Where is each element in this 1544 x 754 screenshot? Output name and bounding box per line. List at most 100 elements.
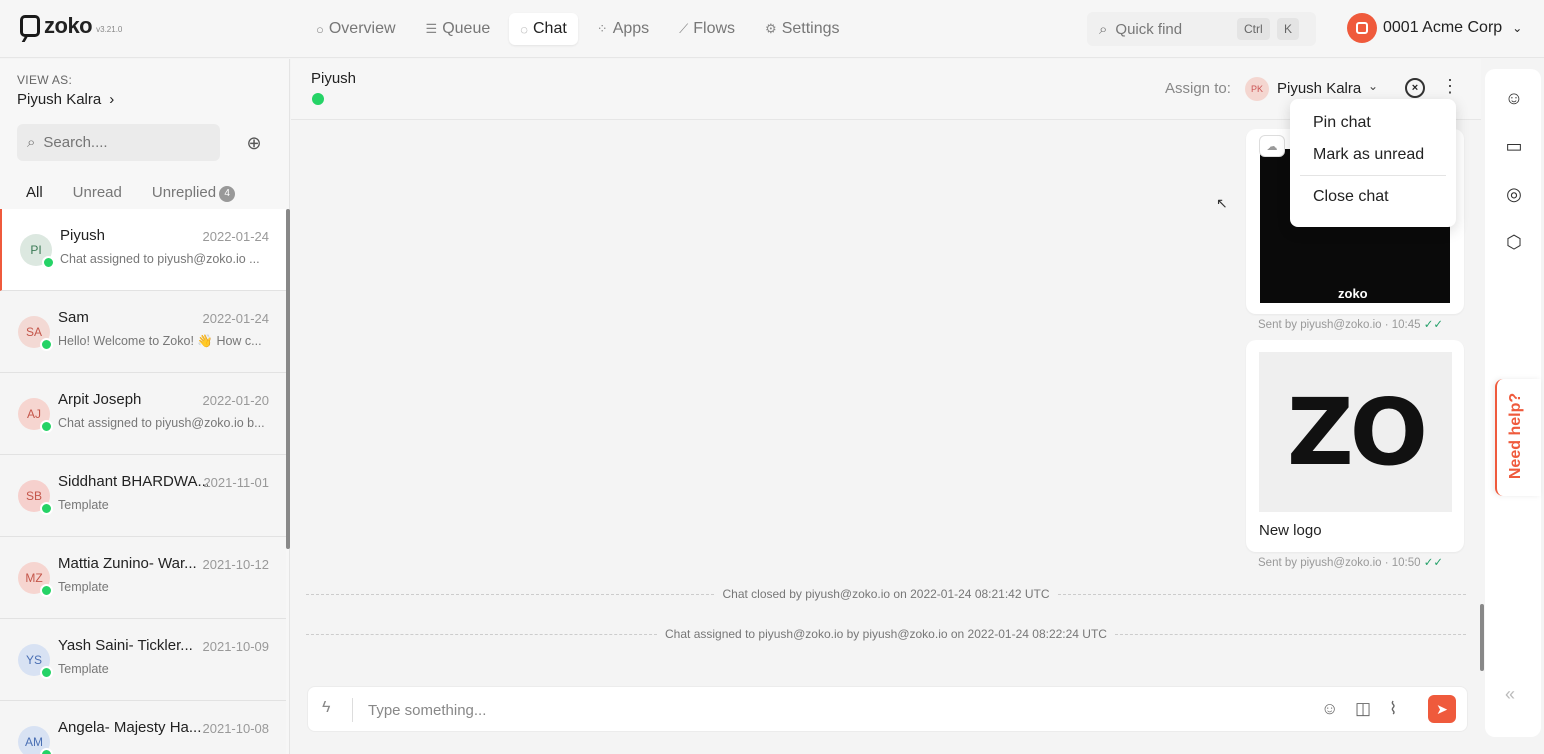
nav-overview[interactable]: ○ Overview [305, 13, 407, 45]
zoko-logo[interactable]: zoko v3.21.0 [20, 15, 122, 37]
collapse-panel-icon[interactable]: « [1505, 684, 1515, 705]
conversation-scrollbar[interactable] [1480, 604, 1484, 671]
settings-icon: ⚙ [765, 21, 777, 36]
nav-flows-label: Flows [693, 20, 736, 37]
message-image[interactable]: ZO [1259, 352, 1452, 512]
whatsapp-icon [40, 748, 53, 754]
double-tick-icon: ✓✓ [1423, 557, 1444, 569]
emoji-icon[interactable]: ☺ [1321, 699, 1338, 719]
chevron-down-icon[interactable]: ⌄ [1368, 79, 1378, 93]
chat-list-item[interactable]: PI Piyush 2022-01-24 Chat assigned to piyus… [0, 209, 286, 291]
org-switcher[interactable]: 0001 Acme Corp ⌄ [1347, 13, 1522, 43]
menu-pin-chat[interactable]: Pin chat [1290, 107, 1456, 139]
org-name: 0001 Acme Corp [1383, 19, 1503, 36]
chat-date: 2021-11-01 [203, 475, 269, 490]
tab-unreplied-label: Unreplied [151, 184, 217, 201]
system-message-text: Chat assigned to piyush@zoko.io by piyus… [665, 627, 1107, 641]
need-help-label: Need help? [1507, 392, 1525, 480]
download-icon[interactable]: ☁ [1259, 135, 1285, 157]
message-input[interactable] [368, 696, 1268, 724]
sticker-icon[interactable]: ◫ [1355, 699, 1371, 719]
chat-preview: Chat assigned to piyush@zoko.io ... [60, 252, 260, 266]
attachment-icon[interactable]: ⌇ [1389, 699, 1397, 719]
whatsapp-icon [40, 666, 53, 679]
new-chat-button[interactable]: ⊕ [236, 125, 272, 161]
nav-chat[interactable]: ◌ Chat [509, 13, 578, 45]
message-meta-text: Sent by piyush@zoko.io · 10:45 [1258, 319, 1421, 331]
system-message: Chat closed by piyush@zoko.io on 2022-01… [306, 586, 1467, 602]
avatar-initials: YS [25, 653, 42, 667]
image-logo-text: ZO [1287, 378, 1428, 486]
mouse-cursor-icon: ↖ [1216, 195, 1228, 211]
brand-name: zoko [44, 13, 93, 38]
chevron-down-icon: ⌄ [1512, 21, 1523, 35]
assignee-name[interactable]: Piyush Kalra [1277, 80, 1361, 97]
chat-list-item[interactable]: YS Yash Saini- Tickler... 2021-10-09 Templa… [0, 619, 286, 701]
whatsapp-icon [40, 420, 53, 433]
menu-mark-unread[interactable]: Mark as unread [1290, 139, 1456, 171]
whatsapp-icon [312, 93, 324, 105]
tab-unread[interactable]: Unread [64, 181, 131, 211]
chat-list-item[interactable]: SA Sam 2022-01-24 Hello! Welcome to Zoko! 👋… [0, 291, 286, 373]
search-icon: ⌕ [27, 134, 36, 151]
chat-list-scrollbar[interactable] [286, 209, 290, 549]
apps-icon: ⁘ [596, 21, 608, 36]
message-meta: Sent by piyush@zoko.io · 10:50 ✓✓ [1258, 555, 1443, 569]
chat-options-menu: Pin chat Mark as unread Close chat [1290, 99, 1456, 227]
message-composer: ϟ ☺ ◫ ⌇ ➤ [307, 686, 1468, 732]
nav-queue[interactable]: ☰ Queue [415, 13, 502, 45]
chat-search[interactable]: ⌕ [17, 124, 220, 161]
customer-profile-icon[interactable]: ☺ [1503, 87, 1525, 109]
main-nav: ○ Overview ☰ Queue ◌ Chat ⁘ Apps ⟋ Flows ⚙ Set… [305, 13, 851, 45]
contact-avatar: MZ [18, 562, 53, 597]
chat-date: 2021-10-12 [202, 557, 270, 572]
chat-preview: Hello! Welcome to Zoko! 👋 How c... [58, 334, 262, 348]
chat-date: 2022-01-24 [202, 229, 270, 244]
box-icon[interactable]: ⬡ [1503, 231, 1525, 253]
shopping-bag-icon[interactable]: ◎ [1503, 183, 1525, 205]
quick-find-button[interactable]: ⌕ Quick find Ctrl K [1087, 12, 1316, 46]
app-version: v3.21.0 [96, 25, 123, 34]
new-chat-icon: ⊕ [246, 132, 262, 153]
tab-unread-label: Unread [72, 184, 122, 201]
quick-find-label: Quick find [1115, 20, 1183, 38]
send-button[interactable]: ➤ [1428, 695, 1456, 723]
chat-date: 2022-01-24 [202, 311, 270, 326]
chat-list-item[interactable]: AM Angela- Majesty Ha... 2021-10-08 [0, 701, 286, 754]
chat-list-item[interactable]: MZ Mattia Zunino- War... 2021-10-12 Templat… [0, 537, 286, 619]
chat-preview: Chat assigned to piyush@zoko.io b... [58, 416, 265, 430]
nav-settings[interactable]: ⚙ Settings [754, 13, 850, 45]
menu-divider [1300, 175, 1446, 176]
nav-flows[interactable]: ⟋ Flows [668, 13, 746, 45]
avatar-initials: SB [25, 489, 42, 503]
nav-chat-label: Chat [532, 20, 567, 37]
tab-all[interactable]: All [17, 181, 52, 211]
assign-label: Assign to: [1165, 80, 1231, 97]
chat-contact-name: Yash Saini- Tickler... [58, 637, 193, 654]
chat-icon: ◌ [520, 21, 528, 37]
menu-close-chat[interactable]: Close chat [1290, 181, 1456, 213]
contact-avatar: AM [18, 726, 53, 754]
chat-preview: Template [58, 662, 109, 676]
contact-name[interactable]: Piyush [311, 70, 356, 87]
view-as-selector[interactable]: Piyush Kalra › [17, 91, 114, 108]
more-options-icon[interactable]: ⋮ [1441, 77, 1459, 95]
nav-apps[interactable]: ⁘ Apps [586, 13, 660, 45]
image-message[interactable]: ZO New logo [1246, 340, 1464, 552]
need-help-button[interactable]: Need help? [1495, 379, 1541, 496]
queue-icon: ☰ [425, 21, 438, 36]
close-chat-icon[interactable]: × [1405, 78, 1425, 98]
chat-list-item[interactable]: AJ Arpit Joseph 2022-01-20 Chat assigned to… [0, 373, 286, 455]
chat-list-panel: VIEW AS: Piyush Kalra › ⌕ ⊕ All Unread U… [0, 59, 290, 754]
chat-search-input[interactable] [43, 134, 194, 151]
tab-unreplied[interactable]: Unreplied 4 [143, 181, 244, 211]
avatar-initials: AJ [26, 407, 41, 421]
quick-reply-icon[interactable]: ϟ [322, 699, 330, 717]
chat-list-item[interactable]: SB Siddhant BHARDWA... 2021-11-01 Template [0, 455, 286, 537]
message-meta-text: Sent by piyush@zoko.io · 10:50 [1258, 557, 1421, 569]
assignee-avatar[interactable]: PK [1245, 77, 1269, 101]
tag-icon[interactable]: ▭ [1503, 135, 1525, 157]
zoko-logo-icon [20, 15, 40, 37]
chat-contact-name: Mattia Zunino- War... [58, 555, 197, 572]
system-message: Chat assigned to piyush@zoko.io by piyus… [306, 626, 1466, 642]
